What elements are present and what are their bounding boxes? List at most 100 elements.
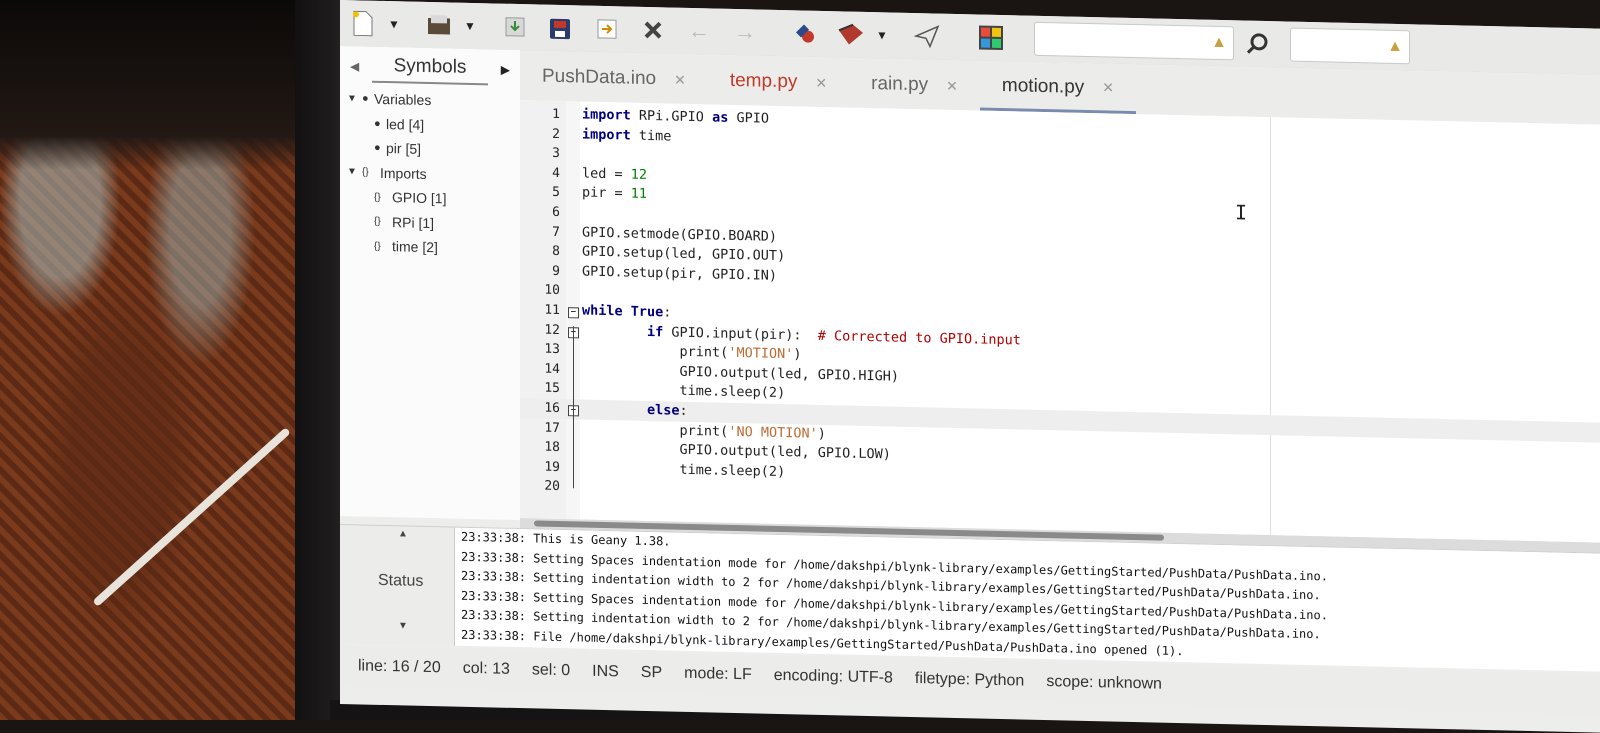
- tab-label: motion.py: [1001, 74, 1085, 98]
- status-line: line: 16 / 20: [358, 657, 441, 677]
- tab-close-icon[interactable]: ✕: [1102, 79, 1114, 96]
- line-number: 19: [544, 459, 560, 475]
- geany-window: ▼ ▼ ← → ▼ ▲ ▲ ◀ Symbols ▶ ▼ ● Variables …: [340, 0, 1600, 733]
- tab-close-icon[interactable]: ✕: [815, 74, 827, 91]
- code-line: import RPi.GPIO as GPIO: [582, 106, 769, 127]
- build-icon[interactable]: [834, 17, 868, 52]
- code-line: time.sleep(2): [582, 459, 786, 480]
- line-number: 17: [544, 420, 560, 436]
- scroll-down-icon[interactable]: ▼: [398, 620, 408, 631]
- sidebar-next-icon[interactable]: ▶: [501, 63, 510, 77]
- code-line: led = 12: [582, 165, 648, 183]
- new-file-dropdown-icon[interactable]: ▼: [386, 17, 402, 31]
- goto-line-value: [1291, 45, 1387, 47]
- line-number: 10: [544, 283, 560, 299]
- code-editor[interactable]: 1 import RPi.GPIO as GPIO 2 import time 3 4 le…: [520, 100, 1600, 543]
- symbol-label: led [4]: [386, 115, 425, 133]
- symbol-label: time [2]: [392, 238, 438, 256]
- import-icon: {}: [362, 166, 369, 178]
- revert-icon[interactable]: [590, 12, 624, 47]
- line-number: 12: [544, 322, 560, 338]
- tab-close-icon[interactable]: ✕: [946, 77, 958, 94]
- line-number: 2: [552, 126, 560, 142]
- status-scope: scope: unknown: [1046, 673, 1162, 693]
- run-icon[interactable]: [910, 19, 944, 54]
- line-number: 15: [544, 381, 560, 397]
- open-file-dropdown-icon[interactable]: ▼: [462, 19, 478, 33]
- code-line: GPIO.setup(pir, GPIO.IN): [582, 263, 778, 284]
- save-all-icon[interactable]: [544, 11, 578, 46]
- compile-icon[interactable]: [788, 16, 822, 51]
- code-line: time.sleep(2): [582, 380, 786, 402]
- status-sel: sel: 0: [531, 661, 571, 680]
- save-icon[interactable]: [498, 10, 532, 45]
- clear-goto-icon[interactable]: ▲: [1387, 38, 1403, 56]
- fold-toggle-icon[interactable]: −: [568, 307, 579, 319]
- sidebar: ◀ Symbols ▶ ▼ ● Variables ● led [4] ● pir [5] ▼…: [340, 46, 521, 521]
- color-chooser-icon[interactable]: [974, 20, 1008, 55]
- search-value: [1035, 39, 1211, 43]
- tab-label: rain.py: [871, 73, 929, 96]
- code-line: import time: [582, 126, 672, 145]
- line-number: 14: [544, 361, 560, 377]
- clear-search-icon[interactable]: ▲: [1211, 34, 1227, 52]
- line-number: 7: [552, 224, 560, 240]
- search-input[interactable]: ▲: [1034, 21, 1234, 61]
- tab-symbols[interactable]: Symbols: [371, 50, 489, 86]
- background-shadow: [0, 0, 330, 170]
- build-dropdown-icon[interactable]: ▼: [874, 28, 890, 42]
- symbols-tree: ▼ ● Variables ● led [4] ● pir [5] ▼{} Imports{} G…: [340, 86, 520, 262]
- line-number: 13: [544, 341, 560, 358]
- document-tab[interactable]: rain.py ✕: [849, 60, 980, 111]
- line-number: 9: [552, 263, 560, 279]
- document-tab[interactable]: temp.py ✕: [708, 56, 849, 107]
- status-log: 23:33:38: This is Geany 1.38. 23:33:38: S…: [454, 527, 1600, 672]
- line-number: 4: [552, 165, 560, 181]
- symbol-label: pir [5]: [386, 140, 422, 158]
- document-tab[interactable]: PushData.ino ✕: [520, 52, 708, 104]
- variable-icon: ●: [374, 117, 381, 130]
- symbol-tree-item[interactable]: {} time [2]: [340, 233, 520, 262]
- fold-guide: [573, 325, 574, 489]
- forward-arrow-icon[interactable]: →: [728, 15, 762, 50]
- status-filetype: filetype: Python: [914, 670, 1025, 690]
- status-encoding: encoding: UTF-8: [773, 666, 893, 687]
- symbol-label: Imports: [380, 164, 427, 182]
- new-file-icon[interactable]: [346, 6, 380, 41]
- status-ins: INS: [592, 662, 619, 681]
- scroll-up-icon[interactable]: ▲: [398, 528, 408, 539]
- expander-icon[interactable]: ▼: [342, 93, 362, 104]
- symbol-label: Variables: [374, 91, 432, 109]
- message-tabs: ▲ Status ▼: [340, 525, 450, 645]
- import-icon: {}: [374, 240, 381, 252]
- tab-status[interactable]: Status: [378, 572, 423, 591]
- line-number: 8: [552, 244, 560, 260]
- close-icon[interactable]: [636, 13, 670, 48]
- line-number: 1: [552, 106, 560, 122]
- long-line-marker: [1270, 117, 1271, 536]
- code-line: GPIO.output(led, GPIO.LOW): [582, 439, 891, 463]
- code-line: while True:: [582, 302, 672, 321]
- status-sp: SP: [640, 663, 663, 682]
- open-file-icon[interactable]: [422, 8, 456, 43]
- line-number: 16: [544, 400, 560, 416]
- status-mode: mode: LF: [684, 664, 752, 684]
- sidebar-prev-icon[interactable]: ◀: [350, 59, 359, 73]
- symbol-label: GPIO [1]: [392, 189, 447, 207]
- import-icon: {}: [374, 216, 381, 228]
- status-col: col: 13: [462, 659, 510, 678]
- import-icon: {}: [374, 191, 381, 203]
- line-number: 11: [544, 302, 560, 318]
- expander-icon[interactable]: ▼: [342, 166, 362, 177]
- search-icon[interactable]: [1240, 26, 1274, 61]
- back-arrow-icon[interactable]: ←: [682, 14, 716, 49]
- symbol-label: RPi [1]: [392, 213, 435, 231]
- code-line: GPIO.setup(led, GPIO.OUT): [582, 243, 786, 265]
- line-number: 3: [552, 146, 560, 162]
- variable-icon: ●: [362, 92, 369, 105]
- goto-line-input[interactable]: ▲: [1290, 27, 1410, 65]
- tab-close-icon[interactable]: ✕: [674, 71, 686, 88]
- mouse-ibeam-cursor-icon: I: [1235, 200, 1248, 225]
- sidebar-header: ◀ Symbols ▶: [340, 46, 520, 90]
- document-tab[interactable]: motion.py ✕: [979, 62, 1137, 115]
